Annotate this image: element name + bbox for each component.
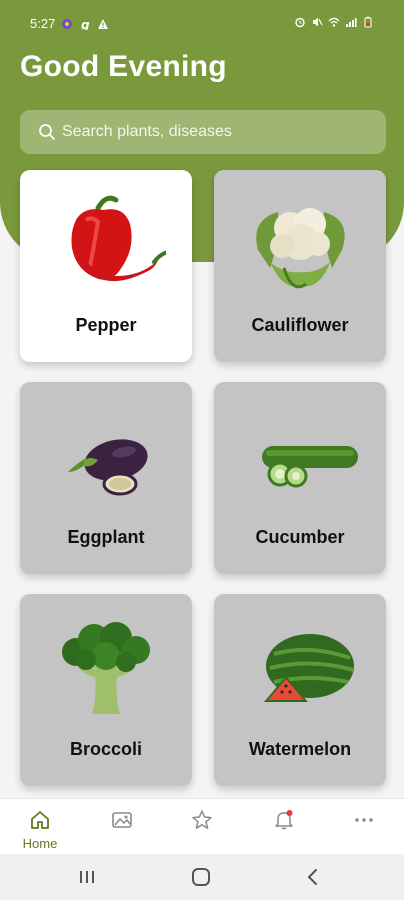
signal-icon [346, 18, 357, 27]
alarm-icon [295, 17, 305, 28]
home-button-icon[interactable] [191, 868, 211, 886]
search-input[interactable]: Search plants, diseases [20, 110, 386, 154]
nav-home-label: Home [22, 836, 58, 851]
nav-more[interactable] [342, 809, 386, 849]
plant-card-broccoli[interactable]: Broccoli [20, 594, 192, 786]
warning-icon [98, 18, 109, 29]
bell-icon [275, 810, 293, 830]
more-icon [355, 818, 373, 822]
nav-gallery[interactable] [100, 809, 144, 849]
bottom-navigation: Home [0, 798, 404, 854]
recent-apps-icon[interactable] [78, 869, 96, 885]
plant-label: Watermelon [248, 739, 352, 759]
status-time: 5:27 [30, 16, 56, 31]
plant-card-eggplant[interactable]: Eggplant [20, 382, 192, 574]
plant-label: Cauliflower [251, 315, 349, 335]
g-notification-icon: g [81, 18, 90, 30]
status-bar: 5:27 g [0, 0, 404, 44]
plant-card-cucumber[interactable]: Cucumber [214, 382, 386, 574]
plant-card-pepper[interactable]: Pepper [20, 170, 192, 362]
cauliflower-image [256, 208, 345, 289]
greeting-title: Good Evening [20, 50, 227, 83]
mute-icon [313, 17, 323, 27]
back-icon[interactable] [306, 868, 320, 886]
gallery-icon [112, 812, 132, 828]
cucumber-image [262, 446, 358, 488]
plant-label: Broccoli [69, 739, 143, 759]
plant-label: Eggplant [67, 527, 145, 547]
plant-label: Cucumber [255, 527, 345, 547]
wifi-icon [328, 17, 340, 27]
broccoli-image [62, 622, 150, 714]
nav-notifications[interactable] [262, 809, 306, 849]
plant-label: Pepper [75, 315, 137, 335]
svg-text:g: g [81, 18, 90, 30]
search-icon [39, 124, 55, 140]
search-placeholder: Search plants, diseases [62, 123, 232, 140]
system-navigation-bar [0, 854, 404, 900]
plant-card-watermelon[interactable]: Watermelon [214, 594, 386, 786]
watermelon-image [264, 634, 355, 702]
nav-favorites[interactable] [180, 809, 224, 849]
home-icon [31, 811, 49, 829]
eggplant-image [68, 439, 148, 496]
app-notification-icon [62, 18, 73, 29]
star-icon [192, 810, 212, 829]
nav-home[interactable]: Home [18, 809, 62, 851]
plant-card-cauliflower[interactable]: Cauliflower [214, 170, 386, 362]
pepper-image [71, 195, 166, 282]
battery-icon [364, 16, 372, 28]
